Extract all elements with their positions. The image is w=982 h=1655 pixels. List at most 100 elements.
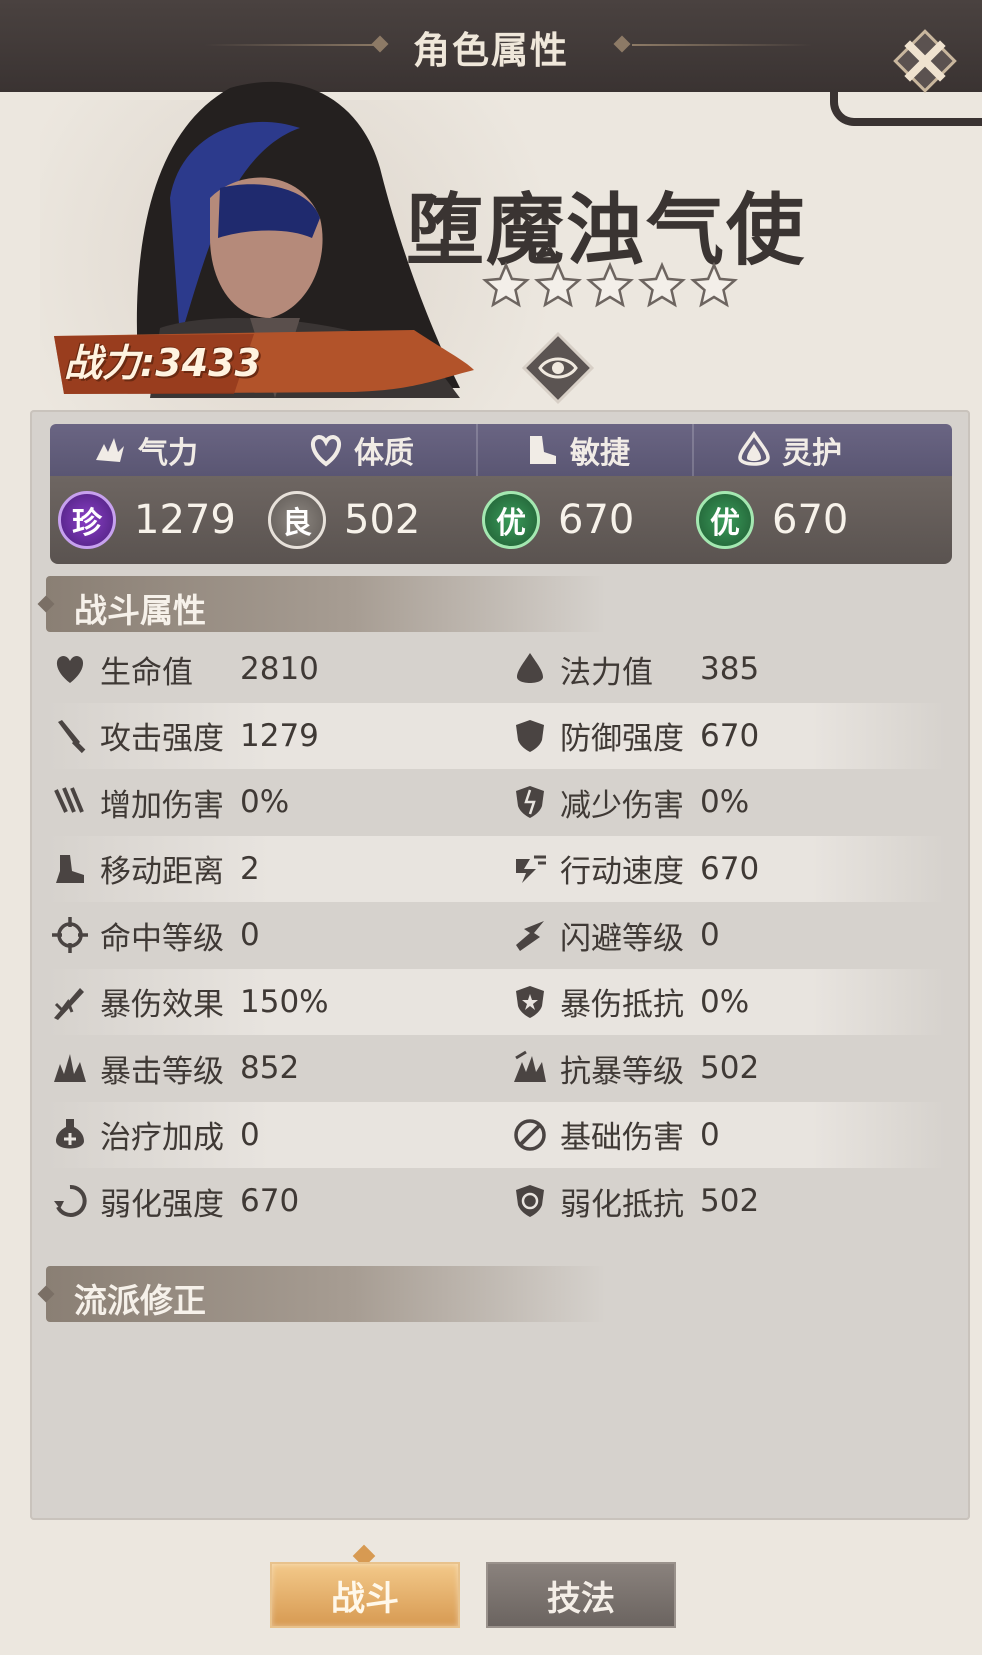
- sword-icon: [50, 716, 90, 756]
- shield-icon: [510, 716, 550, 756]
- heal-flask-icon: [50, 1115, 90, 1155]
- stat-row: 暴伤效果 150% 暴伤抵抗 0%: [46, 968, 946, 1035]
- attr-header-separator: [476, 424, 478, 476]
- stat-label: 抗暴等级: [560, 1053, 684, 1090]
- combat-power: 战力:3433: [64, 332, 261, 387]
- stat-value: 852: [240, 1050, 300, 1086]
- stat-item: 行动速度 670: [510, 836, 759, 902]
- stat-row: 治疗加成 0 基础伤害 0: [46, 1101, 946, 1168]
- stat-item: 移动距离 2: [50, 836, 260, 902]
- attr-header-constitution: 体质: [306, 424, 414, 476]
- stat-label: 命中等级: [100, 920, 224, 957]
- main-attribute-header: 气力 体质 敏捷 灵护: [50, 424, 952, 476]
- stat-label: 增加伤害: [100, 787, 224, 824]
- section-header-combat: 战斗属性: [37, 576, 606, 632]
- stat-item: 弱化抵抗 502: [510, 1168, 759, 1234]
- stat-label: 暴击等级: [100, 1053, 224, 1090]
- stat-value: 0: [240, 1116, 260, 1153]
- stat-value: 1279: [240, 717, 319, 754]
- star-icon: [534, 262, 582, 308]
- title-divider-right: [632, 44, 812, 46]
- section-header-school: 流派修正: [37, 1266, 606, 1322]
- main-attribute-values: 珍 1279 良 502 优 670 优 670: [50, 476, 952, 564]
- stat-label: 攻击强度: [100, 721, 224, 757]
- stat-value: 2810: [240, 651, 319, 687]
- attr-header-label: 体质: [354, 436, 414, 471]
- crit-shield-icon: [510, 982, 550, 1022]
- stat-item: 增加伤害 0%: [50, 769, 289, 835]
- section-title: 战斗属性: [74, 591, 206, 630]
- crit-damage-icon: [50, 982, 90, 1022]
- heart-icon: [311, 434, 341, 467]
- stat-item: 抗暴等级 502: [510, 1035, 759, 1101]
- stat-row: 暴击等级 852 抗暴等级 502: [46, 1035, 946, 1101]
- attr-value: 502: [344, 497, 421, 543]
- attr-header-agility: 敏捷: [522, 424, 630, 476]
- base-damage-icon: [510, 1115, 550, 1155]
- stat-label: 行动速度: [560, 854, 684, 890]
- stat-item: 暴伤抵抗 0%: [510, 969, 749, 1035]
- attr-value: 1279: [134, 497, 236, 543]
- star-icon: [482, 262, 530, 308]
- title-bar-swoosh: [830, 92, 982, 126]
- tab-technique[interactable]: 技法: [488, 1564, 674, 1626]
- stat-row: 命中等级 0 闪避等级 0: [46, 902, 946, 968]
- combat-power-label: 战力:: [64, 341, 156, 385]
- stat-value: 670: [240, 1183, 300, 1219]
- stat-value: 0%: [700, 983, 750, 1020]
- window-title: 角色属性: [413, 29, 569, 72]
- close-button[interactable]: [892, 28, 958, 94]
- stat-label: 基础伤害: [560, 1120, 684, 1156]
- stat-row: 增加伤害 0% 减少伤害 0%: [46, 769, 946, 835]
- stat-value: 0: [700, 917, 720, 953]
- dodge-icon: [510, 915, 550, 955]
- stat-item: 治疗加成 0: [50, 1102, 260, 1168]
- tab-combat[interactable]: 战斗: [272, 1564, 458, 1626]
- view-details-button[interactable]: [520, 330, 596, 406]
- burst-icon: [50, 1048, 90, 1088]
- stat-value: 670: [700, 850, 760, 887]
- stat-label: 减少伤害: [560, 787, 684, 824]
- star-rating: [482, 262, 738, 308]
- attr-header-separator: [692, 424, 694, 476]
- stat-row: 生命值 2810 法力值 385: [46, 636, 946, 702]
- stat-value: 502: [700, 1050, 760, 1086]
- broken-shield-icon: [510, 782, 550, 822]
- attr-value-spirit: 优 670: [696, 476, 848, 564]
- stat-label: 暴伤效果: [100, 987, 224, 1023]
- stat-label: 治疗加成: [100, 1120, 224, 1156]
- star-icon: [586, 262, 634, 308]
- attr-header-label: 气力: [138, 436, 198, 471]
- attr-header-strength: 气力: [90, 424, 198, 476]
- stat-item: 防御强度 670: [510, 703, 759, 769]
- stat-label: 弱化抵抗: [560, 1186, 684, 1223]
- grade-badge: 优: [696, 491, 754, 549]
- attr-value-agility: 优 670: [482, 476, 634, 564]
- stat-value: 385: [700, 651, 760, 687]
- combat-power-value: 3433: [155, 341, 261, 385]
- water-drop-icon: [510, 649, 550, 689]
- stat-value: 0: [240, 917, 260, 953]
- strength-icon: [96, 438, 124, 462]
- section-title: 流派修正: [74, 1281, 206, 1320]
- stat-item: 命中等级 0: [50, 902, 260, 968]
- stat-label: 暴伤抵抗: [560, 987, 684, 1023]
- stat-value: 502: [700, 1183, 760, 1219]
- stat-item: 生命值 2810: [50, 636, 319, 702]
- stat-item: 减少伤害 0%: [510, 769, 749, 835]
- attr-header-label: 敏捷: [570, 436, 630, 471]
- stat-item: 暴伤效果 150%: [50, 969, 329, 1035]
- heart-icon: [50, 649, 90, 689]
- eye-icon: [521, 331, 595, 405]
- stat-row: 攻击强度 1279 防御强度 670: [46, 702, 946, 769]
- star-icon: [638, 262, 686, 308]
- stat-label: 法力值: [560, 654, 653, 691]
- anti-crit-icon: [510, 1048, 550, 1088]
- boot-icon: [530, 436, 556, 464]
- weaken-resist-icon: [510, 1181, 550, 1221]
- stat-label: 生命值: [100, 654, 193, 691]
- stat-row: 移动距离 2 行动速度 670: [46, 835, 946, 902]
- star-icon: [690, 262, 738, 308]
- stat-label: 移动距离: [100, 854, 224, 890]
- stat-value: 150%: [240, 983, 329, 1020]
